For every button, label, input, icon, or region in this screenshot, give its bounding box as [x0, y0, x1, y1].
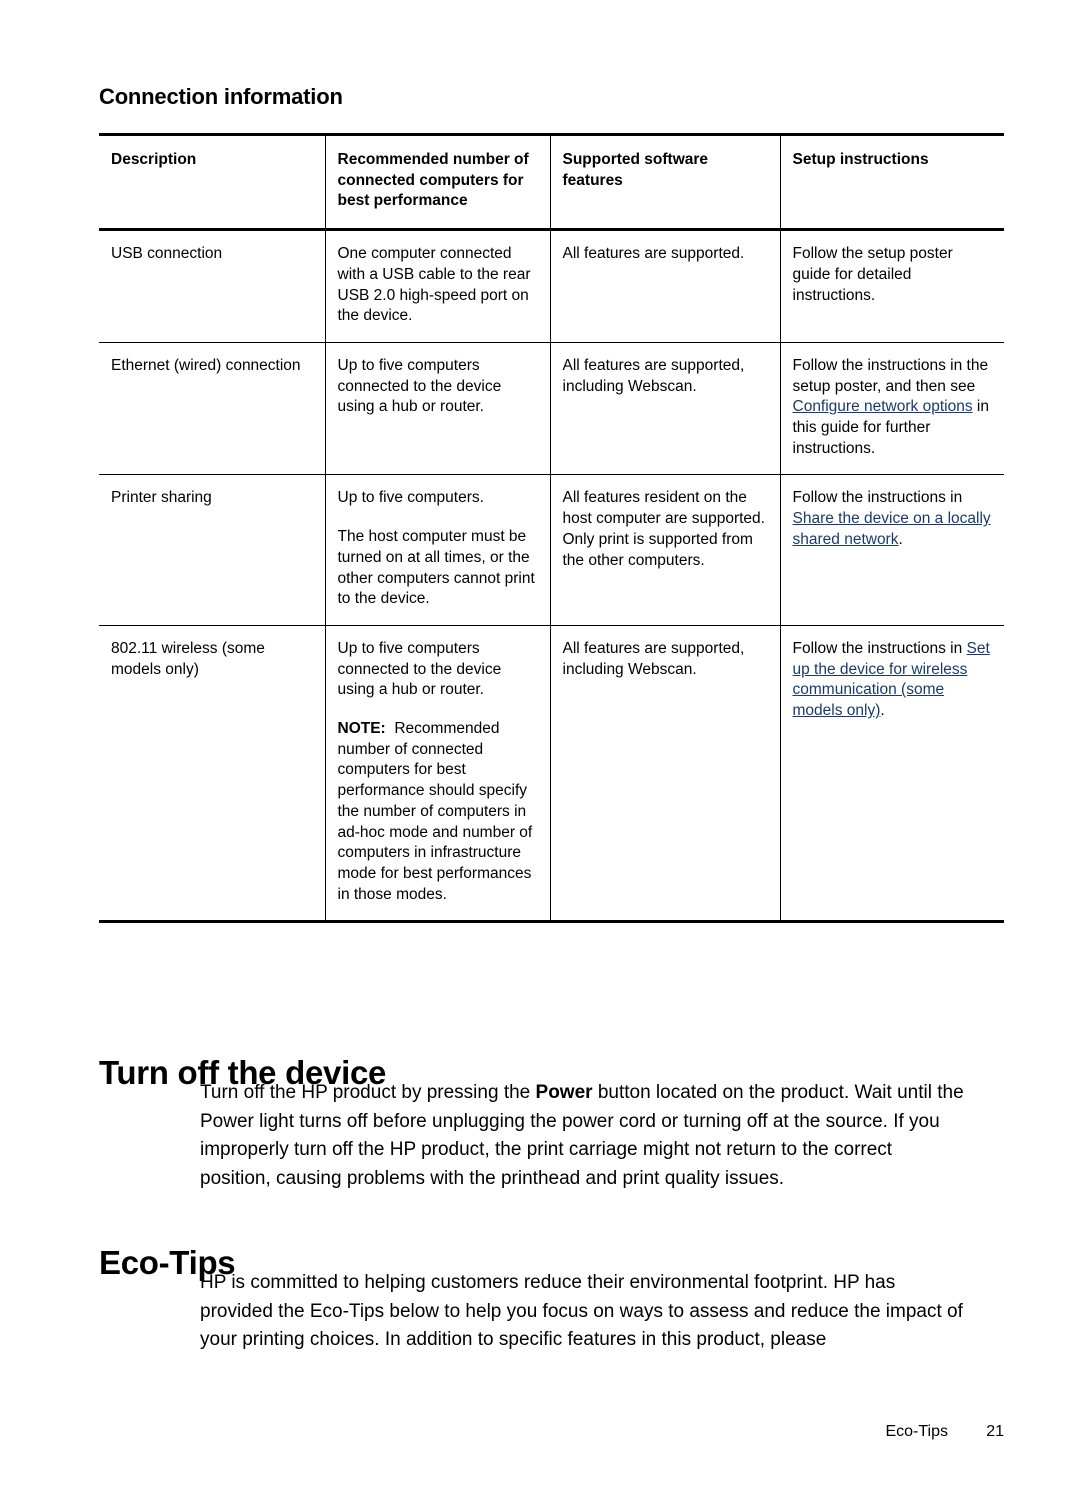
cell-description: Ethernet (wired) connection [99, 342, 326, 476]
cell-text: Printer sharing [111, 489, 212, 507]
cell-text: Up to five computers connected to the de… [337, 639, 502, 699]
cell-text: All features are supported. [562, 245, 745, 263]
cell-recommended: Up to five computers connected to the de… [325, 342, 551, 476]
link-share-the-device-on-a-locally-shared-network[interactable]: Share the device on a locally shared net… [793, 510, 991, 548]
table-row: 802.11 wireless (some models only) Up to… [99, 625, 1004, 924]
page-footer: Eco-Tips 21 [99, 1423, 1004, 1441]
column-header-recommended: Recommended number of connected computer… [325, 134, 551, 230]
cell-text: 802.11 wireless (some models only) [111, 639, 265, 678]
cell-description: Printer sharing [99, 474, 326, 626]
cell-features: All features are supported, including We… [550, 625, 781, 924]
cell-note: NOTE: Recommended number of connected co… [338, 719, 538, 905]
cell-text: USB connection [111, 245, 223, 263]
cell-setup-instructions: Follow the instructions in Set up the de… [780, 625, 1004, 924]
cell-recommended: Up to five computers connected to the de… [325, 625, 551, 924]
paragraph-turn-off-the-device: Turn off the HP product by pressing the … [200, 1079, 968, 1193]
setup-text-before: Follow the instructions in the setup pos… [792, 356, 989, 395]
column-header-description: Description [99, 134, 326, 230]
cell-text: Follow the instructions in Set up the de… [793, 639, 993, 722]
setup-text-before: Follow the setup poster guide for detail… [792, 245, 953, 304]
cell-setup-instructions: Follow the setup poster guide for detail… [780, 229, 1004, 343]
section-heading-connection-information: Connection information [99, 84, 343, 109]
setup-text-after: . [880, 702, 885, 720]
document-page: Connection information Description Recom… [0, 0, 1080, 1495]
cell-setup-instructions: Follow the instructions in Share the dev… [780, 474, 1004, 626]
cell-description: USB connection [99, 229, 326, 343]
link-configure-network-options[interactable]: Configure network options [793, 398, 973, 415]
paragraph-text-pre: Turn off the HP product by pressing the [200, 1082, 536, 1103]
cell-features: All features resident on the host comput… [550, 474, 781, 626]
cell-text: All features are supported, including We… [562, 639, 745, 678]
table-row: Ethernet (wired) connection Up to five c… [99, 342, 1004, 476]
cell-text: Up to five computers. [337, 489, 484, 507]
power-button-emphasis: Power [535, 1082, 593, 1103]
cell-features: All features are supported, including We… [550, 342, 781, 476]
cell-setup-instructions: Follow the instructions in the setup pos… [780, 342, 1004, 476]
connection-information-table: Description Recommended number of connec… [99, 133, 1004, 924]
cell-features: All features are supported. [550, 229, 781, 343]
cell-description: 802.11 wireless (some models only) [99, 625, 326, 924]
column-header-setup: Setup instructions [792, 151, 929, 168]
note-text: Recommended number of connected computer… [337, 720, 533, 903]
cell-text: All features are supported, including We… [562, 356, 745, 395]
table-header: Description Recommended number of connec… [99, 134, 1004, 230]
cell-text: One computer connected with a USB cable … [337, 245, 531, 325]
column-header-features: Supported software features [550, 134, 781, 230]
cell-text: Up to five computers connected to the de… [337, 356, 502, 416]
cell-text: All features resident on the host comput… [562, 489, 765, 569]
note-label: NOTE: [337, 720, 386, 738]
cell-text: Ethernet (wired) connection [111, 356, 301, 374]
cell-text-secondary: The host computer must be turned on at a… [337, 528, 535, 608]
table-header-row: Description Recommended number of connec… [99, 134, 1004, 230]
setup-text-after: . [898, 530, 903, 548]
table-row: Printer sharing Up to five computers. Th… [99, 474, 1004, 626]
table-body: USB connection One computer connected wi… [99, 229, 1004, 924]
cell-recommended: One computer connected with a USB cable … [325, 229, 551, 343]
footer-section-label: Eco-Tips [885, 1423, 948, 1440]
cell-text: Follow the instructions in the setup pos… [793, 356, 993, 460]
setup-text-before: Follow the instructions in [792, 489, 963, 507]
paragraph-eco-tips: HP is committed to helping customers red… [200, 1272, 963, 1350]
cell-recommended: Up to five computers. The host computer … [325, 474, 551, 626]
footer-page-number: 21 [986, 1423, 1004, 1440]
cell-text: Follow the setup poster guide for detail… [793, 244, 993, 306]
table-row: USB connection One computer connected wi… [99, 229, 1004, 343]
setup-text-before: Follow the instructions in [792, 639, 967, 657]
cell-text: Follow the instructions in Share the dev… [793, 488, 993, 550]
